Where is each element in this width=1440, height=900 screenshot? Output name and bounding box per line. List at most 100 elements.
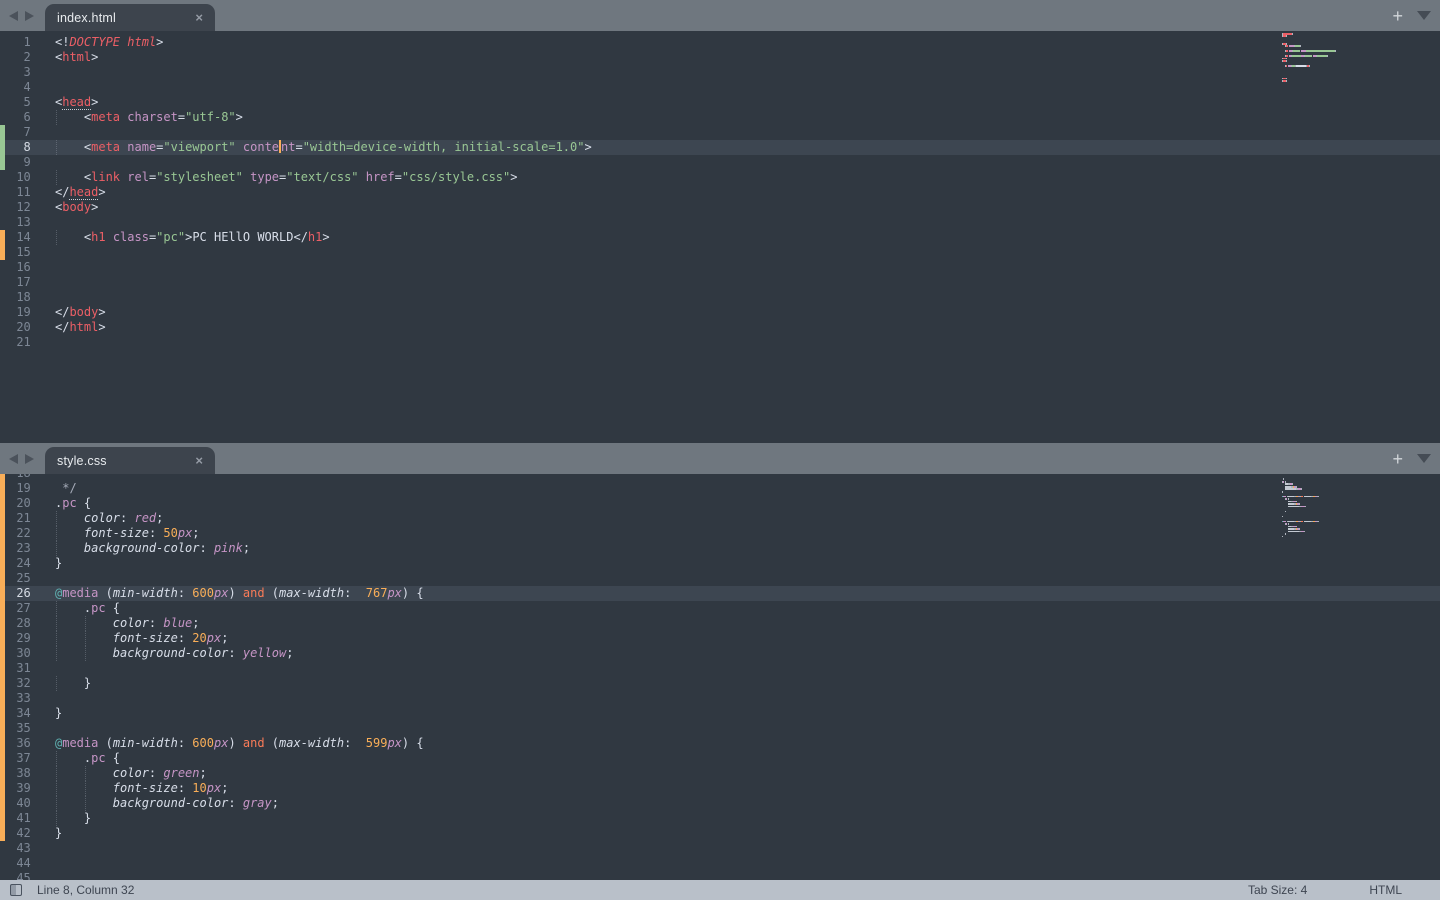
code-line-10[interactable]: 10 <link rel="stylesheet" type="text/css… xyxy=(0,170,1440,185)
code-line-11[interactable]: 11 </head> xyxy=(0,185,1440,200)
line-number[interactable]: 8 xyxy=(0,140,38,155)
tab-index-html[interactable]: index.html × xyxy=(45,4,215,31)
line-number[interactable]: 33 xyxy=(0,691,38,706)
code-line-16[interactable]: 16 xyxy=(0,260,1440,275)
code-line-15[interactable]: 15 xyxy=(0,245,1440,260)
minimap[interactable] xyxy=(1282,476,1372,546)
code-editor-css[interactable]: 18 19 */20 .pc {21 color: red;22 font-si… xyxy=(0,474,1440,880)
code-line-23[interactable]: 23 background-color: pink; xyxy=(0,541,1440,556)
code-editor-html[interactable]: 1 <!DOCTYPE html> 2 <html> 3 4 5 <head> 6 <… xyxy=(0,31,1440,443)
code-line-9[interactable]: 9 xyxy=(0,155,1440,170)
line-number[interactable]: 4 xyxy=(0,80,38,95)
line-number[interactable]: 19 xyxy=(0,305,38,320)
code-line-14[interactable]: 14 <h1 class="pc">PC HEllO WORLD</h1> xyxy=(0,230,1440,245)
line-number[interactable]: 18 xyxy=(0,474,38,481)
line-number[interactable]: 35 xyxy=(0,721,38,736)
code-line-35[interactable]: 35 xyxy=(0,721,1440,736)
line-number[interactable]: 23 xyxy=(0,541,38,556)
line-number[interactable]: 26 xyxy=(0,586,38,601)
line-number[interactable]: 10 xyxy=(0,170,38,185)
line-number[interactable]: 25 xyxy=(0,571,38,586)
code-line-19[interactable]: 19 </body> xyxy=(0,305,1440,320)
line-number[interactable]: 45 xyxy=(0,871,38,880)
syntax-label[interactable]: HTML xyxy=(1369,883,1402,897)
line-number[interactable]: 16 xyxy=(0,260,38,275)
code-line-20[interactable]: 20 .pc { xyxy=(0,496,1440,511)
code-line-39[interactable]: 39 font-size: 10px; xyxy=(0,781,1440,796)
line-number[interactable]: 30 xyxy=(0,646,38,661)
line-number[interactable]: 5 xyxy=(0,95,38,110)
line-number[interactable]: 38 xyxy=(0,766,38,781)
line-number[interactable]: 2 xyxy=(0,50,38,65)
line-number[interactable]: 11 xyxy=(0,185,38,200)
line-number[interactable]: 21 xyxy=(0,335,38,350)
line-number[interactable]: 19 xyxy=(0,481,38,496)
code-line-30[interactable]: 30 background-color: yellow; xyxy=(0,646,1440,661)
code-line-43[interactable]: 43 xyxy=(0,841,1440,856)
history-forward-icon[interactable] xyxy=(25,10,34,21)
code-line-17[interactable]: 17 xyxy=(0,275,1440,290)
code-line-33[interactable]: 33 xyxy=(0,691,1440,706)
line-number[interactable]: 17 xyxy=(0,275,38,290)
tab-overflow-icon[interactable] xyxy=(1417,11,1431,20)
new-tab-icon[interactable]: + xyxy=(1392,7,1403,25)
code-line-21[interactable]: 21 color: red; xyxy=(0,511,1440,526)
line-number[interactable]: 28 xyxy=(0,616,38,631)
code-line-3[interactable]: 3 xyxy=(0,65,1440,80)
line-number[interactable]: 7 xyxy=(0,125,38,140)
code-line-26[interactable]: 26 @media (min-width: 600px) and (max-wi… xyxy=(0,586,1440,601)
line-number[interactable]: 44 xyxy=(0,856,38,871)
line-number[interactable]: 14 xyxy=(0,230,38,245)
code-line-8[interactable]: 8 <meta name="viewport" conte nt="width=d… xyxy=(0,140,1440,155)
line-number[interactable]: 29 xyxy=(0,631,38,646)
tab-style-css[interactable]: style.css × xyxy=(45,447,215,474)
code-line-42[interactable]: 42 } xyxy=(0,826,1440,841)
line-number[interactable]: 1 xyxy=(0,35,38,50)
close-icon[interactable]: × xyxy=(195,10,203,25)
line-number[interactable]: 40 xyxy=(0,796,38,811)
line-number[interactable]: 43 xyxy=(0,841,38,856)
code-line-5[interactable]: 5 <head> xyxy=(0,95,1440,110)
code-line-37[interactable]: 37 .pc { xyxy=(0,751,1440,766)
code-line-7[interactable]: 7 xyxy=(0,125,1440,140)
code-line-19[interactable]: 19 */ xyxy=(0,481,1440,496)
line-number[interactable]: 12 xyxy=(0,200,38,215)
code-line-38[interactable]: 38 color: green; xyxy=(0,766,1440,781)
line-number[interactable]: 6 xyxy=(0,110,38,125)
code-line-1[interactable]: 1 <!DOCTYPE html> xyxy=(0,35,1440,50)
history-back-icon[interactable] xyxy=(9,453,18,464)
line-number[interactable]: 20 xyxy=(0,496,38,511)
code-line-28[interactable]: 28 color: blue; xyxy=(0,616,1440,631)
code-line-18[interactable]: 18 xyxy=(0,474,1440,481)
line-number[interactable]: 37 xyxy=(0,751,38,766)
line-number[interactable]: 34 xyxy=(0,706,38,721)
line-number[interactable]: 41 xyxy=(0,811,38,826)
line-number[interactable]: 18 xyxy=(0,290,38,305)
code-line-21[interactable]: 21 xyxy=(0,335,1440,350)
line-number[interactable]: 32 xyxy=(0,676,38,691)
line-number[interactable]: 24 xyxy=(0,556,38,571)
code-line-25[interactable]: 25 xyxy=(0,571,1440,586)
code-line-36[interactable]: 36 @media (min-width: 600px) and (max-wi… xyxy=(0,736,1440,751)
code-line-40[interactable]: 40 background-color: gray; xyxy=(0,796,1440,811)
sidebar-toggle-icon[interactable] xyxy=(10,884,22,896)
code-line-24[interactable]: 24 } xyxy=(0,556,1440,571)
code-line-41[interactable]: 41 } xyxy=(0,811,1440,826)
line-number[interactable]: 13 xyxy=(0,215,38,230)
code-line-18[interactable]: 18 xyxy=(0,290,1440,305)
line-number[interactable]: 22 xyxy=(0,526,38,541)
code-line-44[interactable]: 44 xyxy=(0,856,1440,871)
line-number[interactable]: 42 xyxy=(0,826,38,841)
line-number[interactable]: 39 xyxy=(0,781,38,796)
code-line-29[interactable]: 29 font-size: 20px; xyxy=(0,631,1440,646)
minimap[interactable] xyxy=(1282,33,1372,85)
code-line-12[interactable]: 12 <body> xyxy=(0,200,1440,215)
history-forward-icon[interactable] xyxy=(25,453,34,464)
tab-overflow-icon[interactable] xyxy=(1417,454,1431,463)
code-line-45[interactable]: 45 xyxy=(0,871,1440,880)
line-number[interactable]: 3 xyxy=(0,65,38,80)
code-line-20[interactable]: 20 </html> xyxy=(0,320,1440,335)
code-line-6[interactable]: 6 <meta charset="utf-8"> xyxy=(0,110,1440,125)
line-number[interactable]: 9 xyxy=(0,155,38,170)
code-line-27[interactable]: 27 .pc { xyxy=(0,601,1440,616)
